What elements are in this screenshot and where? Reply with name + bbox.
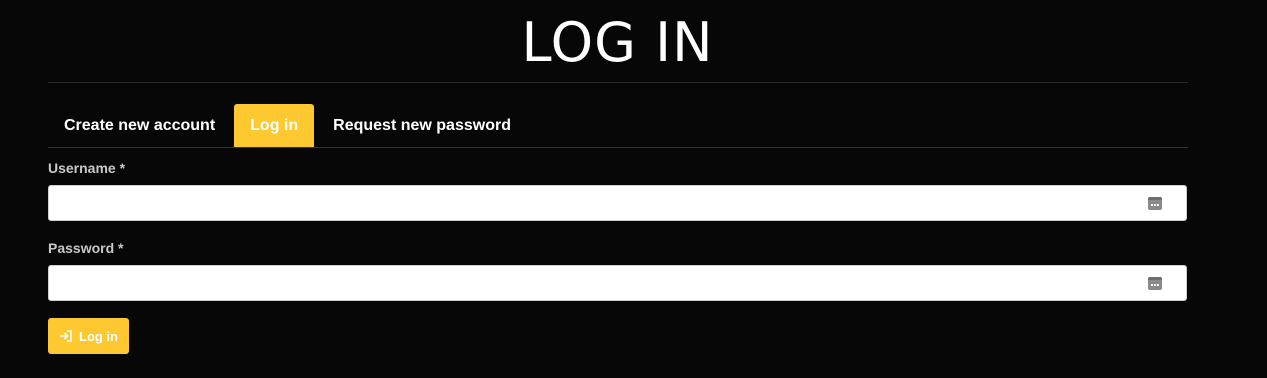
log-in-button[interactable]: Log in bbox=[48, 318, 129, 354]
sign-in-icon bbox=[60, 330, 72, 342]
password-field-wrapper bbox=[48, 265, 1187, 301]
password-label: Password * bbox=[48, 240, 124, 256]
tab-bar: Create new account Log in Request new pa… bbox=[48, 104, 1188, 148]
log-in-button-label: Log in bbox=[79, 328, 118, 344]
username-label: Username * bbox=[48, 160, 126, 176]
password-manager-key-icon[interactable] bbox=[1148, 197, 1162, 210]
password-input[interactable] bbox=[49, 266, 1186, 300]
login-page: LOG IN Create new account Log in Request… bbox=[0, 0, 1267, 378]
username-field-wrapper bbox=[48, 185, 1187, 221]
tab-create-new-account[interactable]: Create new account bbox=[48, 104, 231, 147]
username-input[interactable] bbox=[49, 186, 1186, 220]
password-manager-key-icon[interactable] bbox=[1148, 277, 1162, 290]
page-title: LOG IN bbox=[521, 11, 714, 74]
tab-log-in[interactable]: Log in bbox=[234, 104, 315, 147]
title-divider bbox=[48, 82, 1188, 83]
tab-request-new-password[interactable]: Request new password bbox=[317, 104, 527, 147]
